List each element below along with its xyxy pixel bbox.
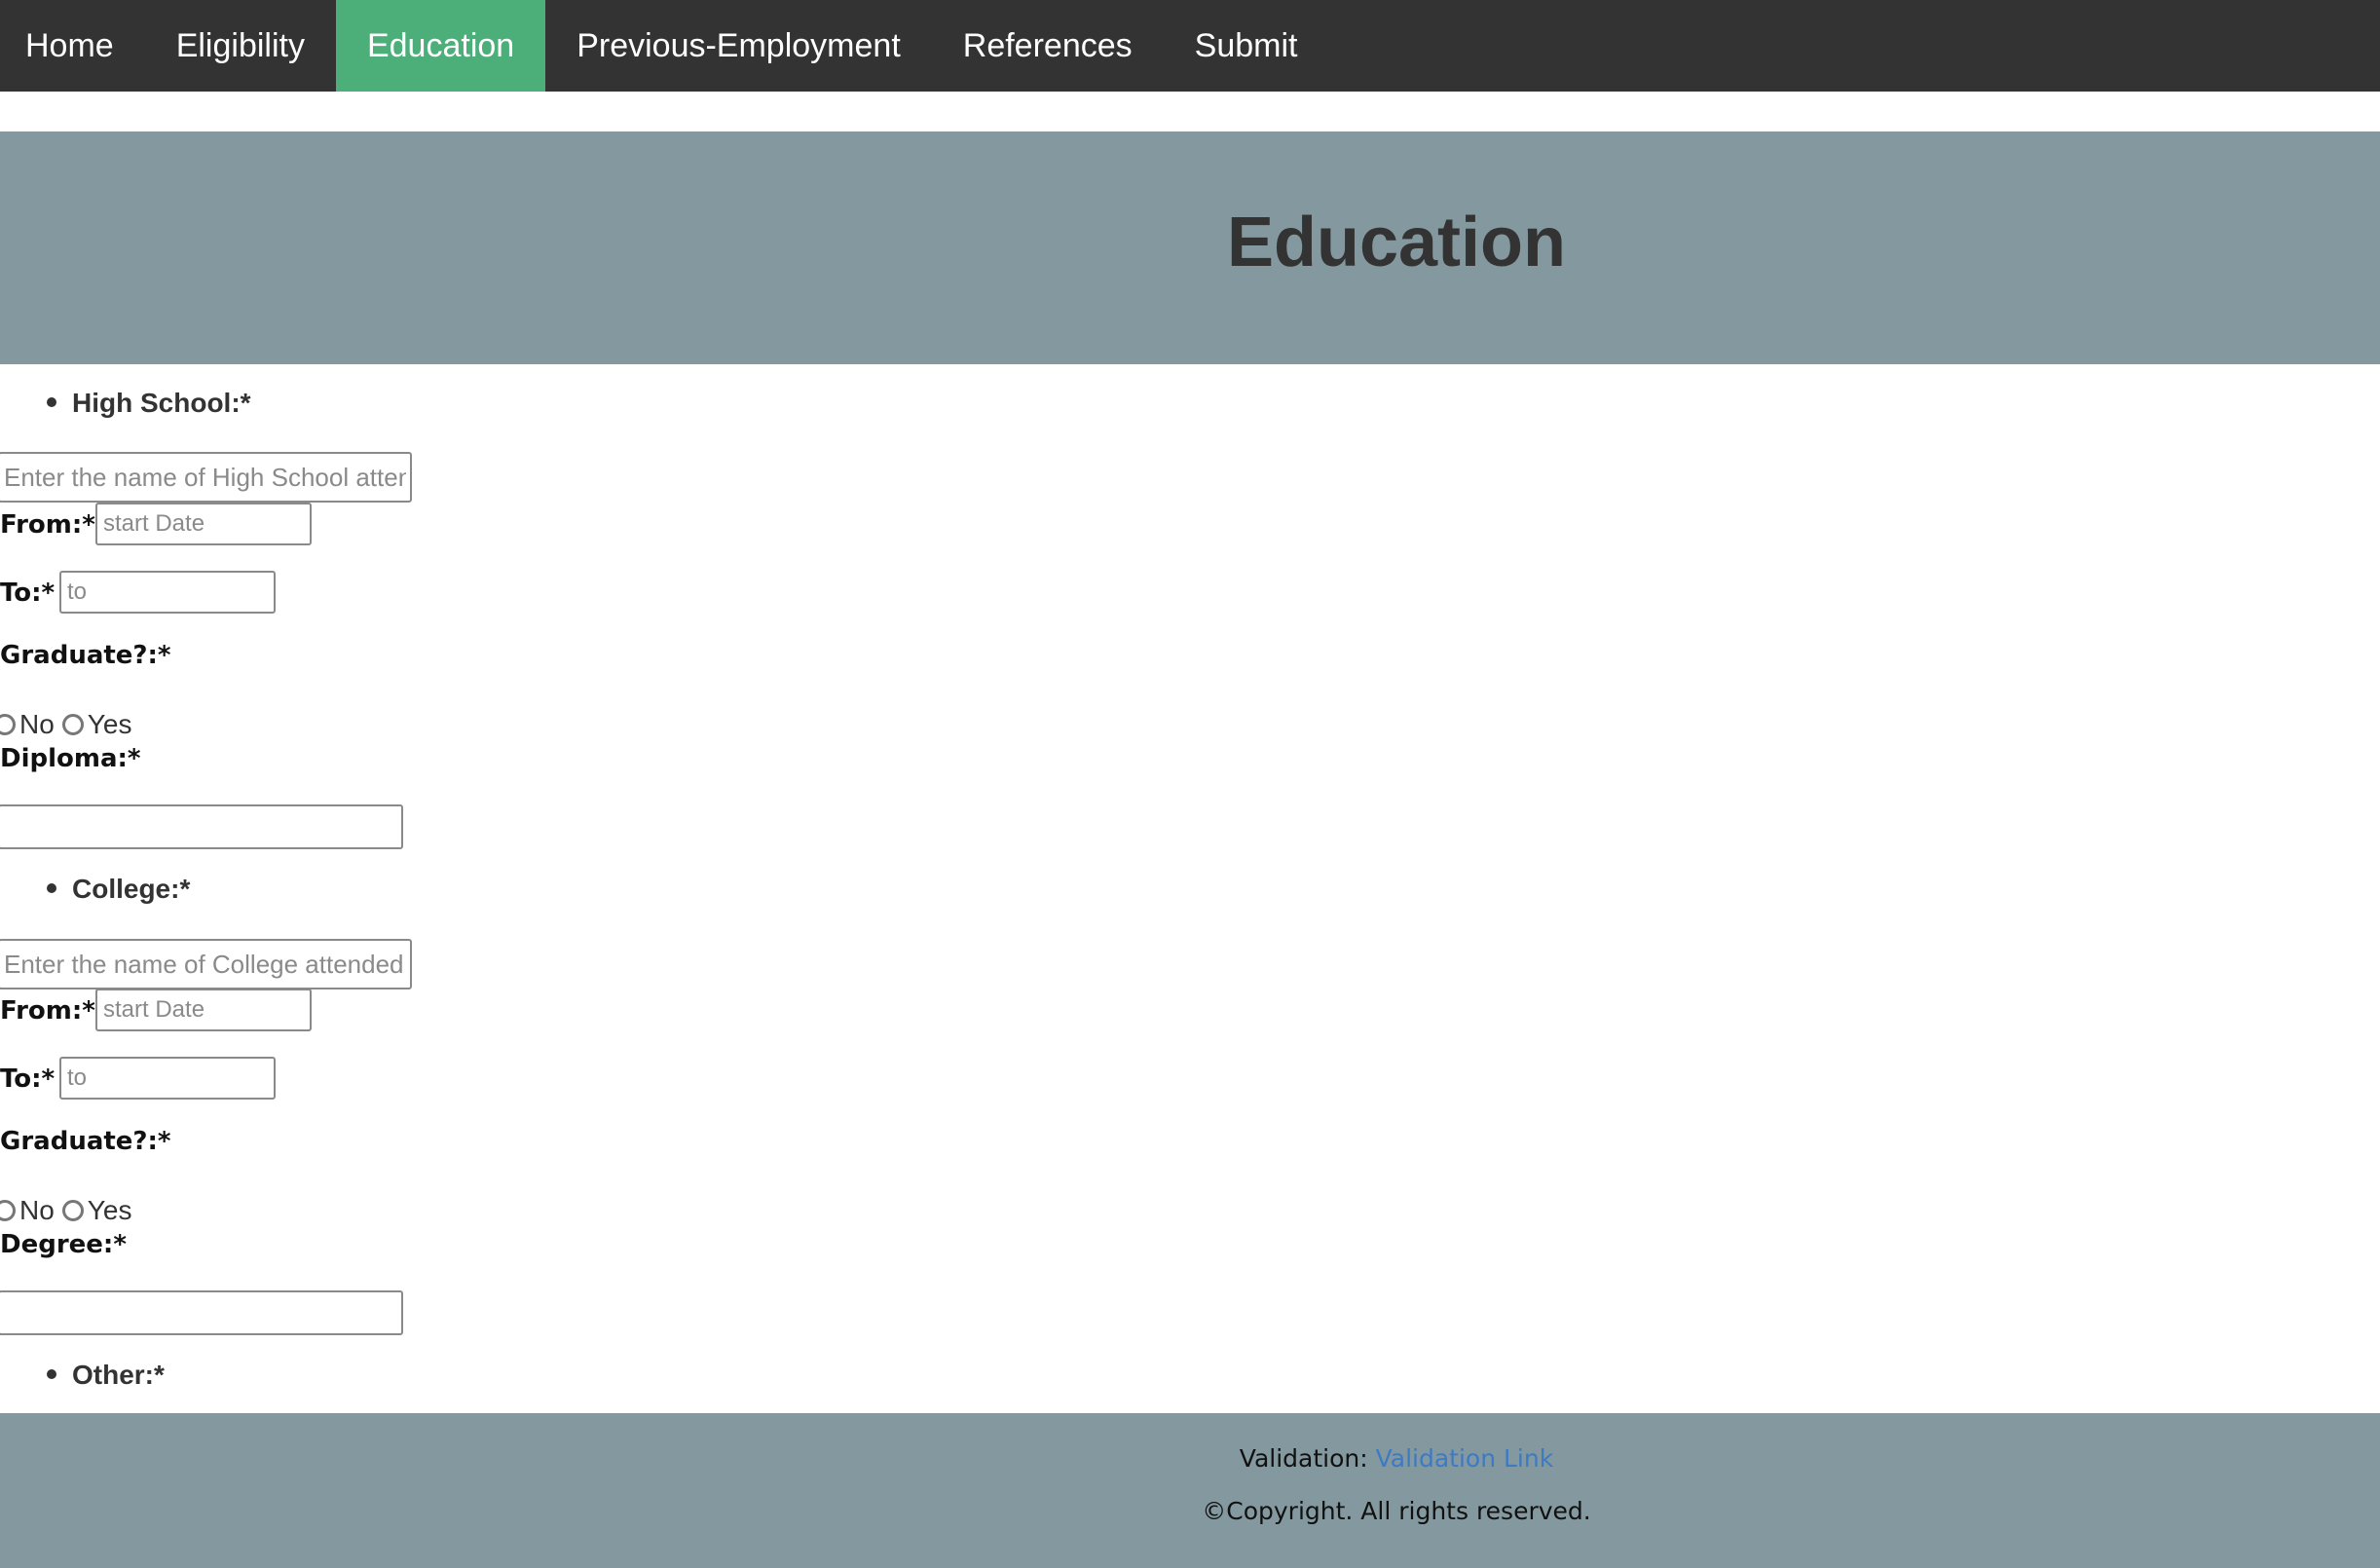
- radio-icon[interactable]: [0, 714, 16, 735]
- high-school-from-label: From:*: [0, 510, 95, 540]
- page-title: Education: [1226, 204, 1566, 281]
- validation-link[interactable]: Validation Link: [1376, 1444, 1554, 1473]
- radio-icon[interactable]: [0, 1200, 16, 1221]
- nav-submit[interactable]: Submit: [1164, 0, 1329, 92]
- nav-previous-employment[interactable]: Previous-Employment: [545, 0, 932, 92]
- high-school-graduate-yes[interactable]: Yes: [61, 709, 131, 740]
- high-school-graduate-label: Graduate?:*: [0, 641, 171, 670]
- diploma-input[interactable]: [0, 804, 403, 849]
- section-college: College:*: [47, 874, 190, 905]
- college-name-input[interactable]: [0, 939, 412, 989]
- section-high-school: High School:*: [47, 388, 251, 419]
- college-graduate-options: No Yes: [0, 1195, 139, 1226]
- college-graduate-no[interactable]: No: [0, 1195, 55, 1226]
- college-graduate-yes[interactable]: Yes: [61, 1195, 131, 1226]
- college-to-label: To:*: [0, 1064, 56, 1094]
- high-school-from-input[interactable]: [95, 503, 312, 545]
- high-school-graduate-options: No Yes: [0, 709, 139, 740]
- bullet-icon: [47, 1368, 56, 1379]
- copyright-text: ©Copyright. All rights reserved.: [1202, 1497, 1591, 1525]
- bullet-icon: [47, 882, 56, 893]
- degree-label: Degree:*: [0, 1230, 127, 1259]
- validation-label: Validation:: [1239, 1444, 1368, 1473]
- validation-line: Validation: Validation Link: [0, 1444, 2380, 1473]
- degree-input[interactable]: [0, 1290, 403, 1335]
- nav-references[interactable]: References: [932, 0, 1164, 92]
- section-other: Other:*: [47, 1360, 165, 1391]
- high-school-name-input[interactable]: [0, 452, 412, 503]
- college-from-input[interactable]: [95, 989, 312, 1031]
- college-to-input[interactable]: [59, 1057, 276, 1100]
- top-nav: Home Eligibility Education Previous-Empl…: [0, 0, 2380, 92]
- college-title: College:*: [72, 874, 191, 904]
- nav-home[interactable]: Home: [0, 0, 145, 92]
- page-header: Education: [0, 131, 2380, 364]
- diploma-label: Diploma:*: [0, 744, 141, 773]
- radio-icon[interactable]: [61, 714, 84, 735]
- high-school-graduate-no[interactable]: No: [0, 709, 55, 740]
- college-graduate-label: Graduate?:*: [0, 1127, 171, 1156]
- college-from-label: From:*: [0, 996, 95, 1026]
- bullet-icon: [47, 396, 56, 407]
- high-school-to-input[interactable]: [59, 571, 276, 614]
- high-school-to-label: To:*: [0, 579, 56, 608]
- page-footer: Validation: Validation Link ©Copyright. …: [0, 1413, 2380, 1568]
- nav-eligibility[interactable]: Eligibility: [145, 0, 336, 92]
- nav-education[interactable]: Education: [335, 0, 546, 92]
- high-school-title: High School:*: [72, 388, 251, 418]
- other-title: Other:*: [72, 1360, 165, 1390]
- radio-icon[interactable]: [61, 1200, 84, 1221]
